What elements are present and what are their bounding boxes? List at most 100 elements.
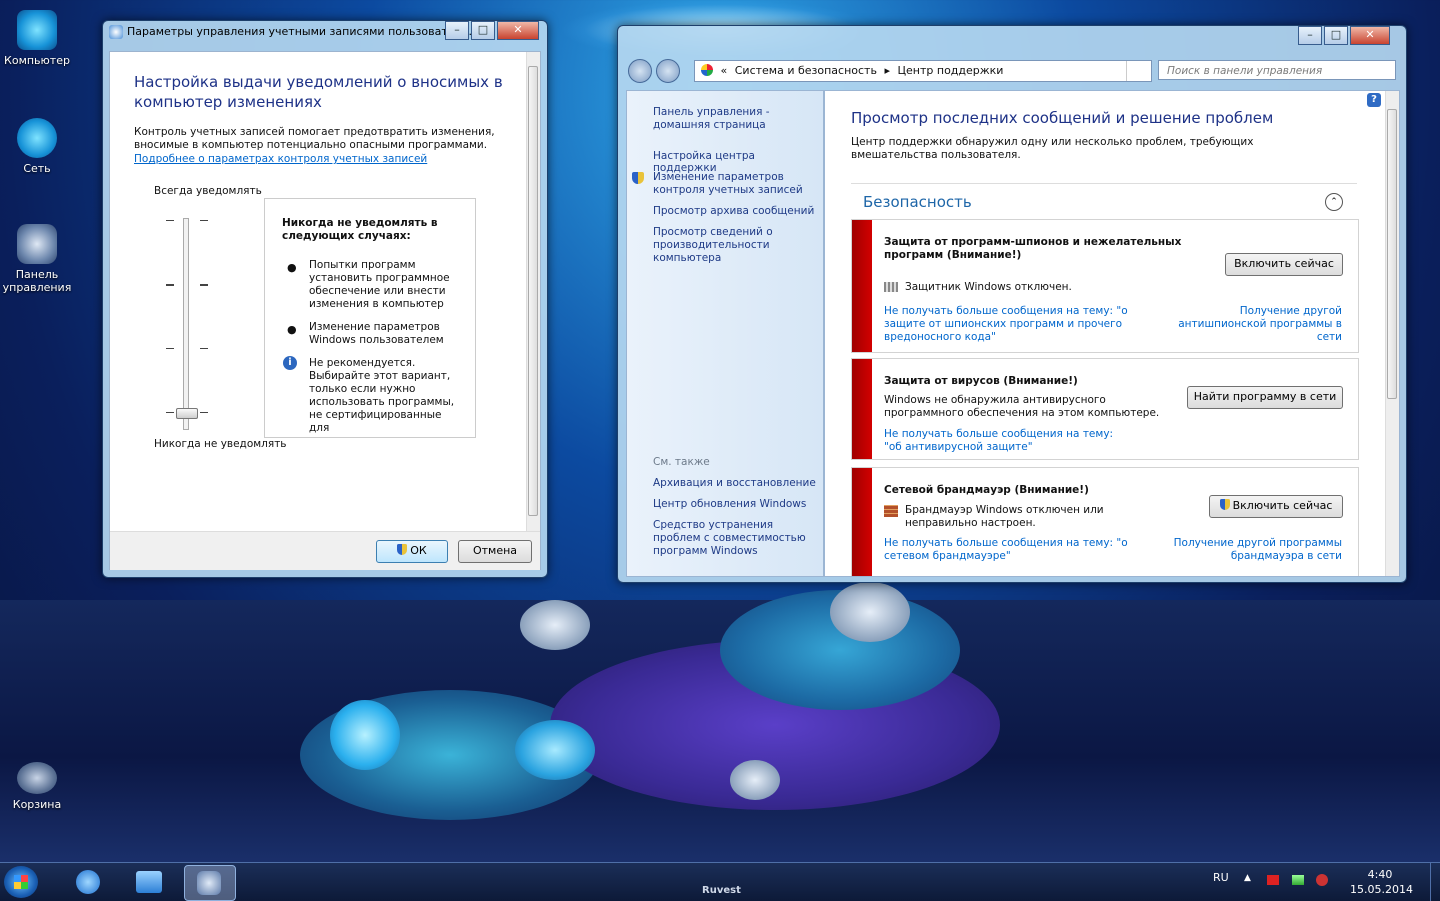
breadcrumb-system-security[interactable]: Система и безопасность: [735, 64, 877, 77]
breadcrumb-back[interactable]: «: [721, 64, 728, 77]
taskbar: Ruvest RU ▲ 4:40 15.05.2014: [0, 862, 1440, 901]
desktop-icon-computer[interactable]: Компьютер: [2, 10, 72, 67]
volume-icon[interactable]: [1316, 874, 1328, 886]
network-icon: [17, 118, 57, 158]
desktop-icon-recycle-bin[interactable]: Корзина: [2, 762, 72, 811]
language-indicator[interactable]: RU: [1213, 871, 1229, 884]
network-tray-icon[interactable]: [1292, 875, 1304, 885]
control-panel-icon: [17, 224, 57, 264]
uac-scrollbar[interactable]: [526, 52, 540, 531]
see-also-compatibility[interactable]: Средство устранения проблем с совместимо…: [653, 519, 821, 558]
ac-scrollbar[interactable]: [1385, 91, 1399, 576]
security-section-title: Безопасность: [863, 193, 972, 211]
close-button[interactable]: ✕: [1350, 26, 1390, 45]
shield-icon: [397, 544, 408, 555]
clock[interactable]: 4:40 15.05.2014: [1350, 867, 1413, 897]
maximize-button[interactable]: □: [471, 21, 495, 40]
minimize-button[interactable]: –: [1298, 26, 1322, 45]
see-also-backup[interactable]: Архивация и восстановление: [653, 477, 819, 489]
chevron-up-icon[interactable]: ⌃: [1325, 193, 1343, 211]
slider-track: [183, 218, 189, 430]
enable-defender-button[interactable]: Включить сейчас: [1225, 253, 1343, 276]
taskbar-explorer-button[interactable]: [124, 865, 174, 899]
alert-stripe: [852, 468, 872, 576]
clock-time: 4:40: [1367, 868, 1393, 881]
start-button[interactable]: [4, 866, 38, 898]
folder-icon: [136, 871, 162, 893]
ok-button[interactable]: ОК: [376, 540, 448, 563]
back-button[interactable]: [628, 59, 652, 83]
scroll-thumb[interactable]: [1387, 109, 1397, 399]
main-description: Центр поддержки обнаружил одну или неско…: [851, 136, 1254, 161]
sidebar-item-performance[interactable]: Просмотр сведений о производительности к…: [653, 226, 783, 265]
scroll-thumb[interactable]: [528, 66, 538, 516]
uac-description: Контроль учетных записей помогает предот…: [134, 126, 495, 151]
shield-icon: [1219, 499, 1230, 510]
see-also-title: См. также: [653, 456, 710, 468]
show-hidden-icons-arrow[interactable]: ▲: [1244, 873, 1251, 883]
address-dropdown[interactable]: [1126, 61, 1151, 81]
ac-main: ? Просмотр последних сообщений и решение…: [824, 90, 1400, 577]
bullet-item: Попытки программ установить программное …: [309, 259, 450, 310]
taskbar-center-text: Ruvest: [702, 885, 741, 896]
see-also-windows-update[interactable]: Центр обновления Windows: [653, 498, 819, 510]
wallpaper-robot: [300, 582, 1100, 840]
ac-sidebar: Панель управления - домашняя страница На…: [626, 90, 824, 577]
sidebar-item-uac[interactable]: Изменение параметров контроля учетных за…: [653, 171, 803, 197]
action-center-flag-icon[interactable]: [1267, 875, 1279, 885]
computer-icon: [17, 10, 57, 50]
main-title: Просмотр последних сообщений и решение п…: [851, 109, 1274, 127]
search-input[interactable]: Поиск в панели управления: [1158, 60, 1396, 80]
maximize-button[interactable]: □: [1324, 26, 1348, 45]
desktop-icon-network[interactable]: Сеть: [2, 118, 72, 175]
uac-slider[interactable]: [166, 208, 216, 448]
uac-footer: ОК Отмена: [110, 531, 540, 570]
taskbar-ie-button[interactable]: [64, 865, 114, 899]
uac-settings-window: Параметры управления учетными записями п…: [102, 20, 548, 578]
dismiss-antivirus-link[interactable]: Не получать больше сообщения на тему: "о…: [884, 428, 1134, 454]
card-status: Брандмауэр Windows отключен или неправил…: [905, 504, 1104, 529]
security-section-header[interactable]: Безопасность ⌃: [851, 183, 1357, 218]
uac-title-bar[interactable]: Параметры управления учетными записями п…: [103, 21, 547, 43]
alert-stripe: [852, 220, 872, 352]
show-desktop-button[interactable]: [1430, 863, 1440, 901]
dismiss-firewall-link[interactable]: Не получать больше сообщения на тему: "о…: [884, 537, 1164, 563]
help-icon[interactable]: ?: [1367, 93, 1381, 107]
control-panel-icon: [197, 871, 221, 895]
card-title: Сетевой брандмауэр (Внимание!): [884, 484, 1089, 496]
alert-card-spyware: Защита от программ-шпионов и нежелательн…: [851, 219, 1359, 353]
slider-tick: [200, 220, 208, 221]
warning-text: Не рекомендуется. Выбирайте этот вариант…: [309, 357, 455, 434]
internet-explorer-icon: [76, 870, 100, 894]
alert-card-antivirus: Защита от вирусов (Внимание!) Windows не…: [851, 358, 1359, 460]
defender-icon: [884, 282, 898, 292]
desktop-icon-control-panel[interactable]: Панель управления: [2, 224, 72, 294]
address-bar[interactable]: « Система и безопасность ▸ Центр поддерж…: [694, 60, 1152, 82]
card-status: Windows не обнаружила антивирусного прог…: [884, 394, 1160, 419]
minimize-button[interactable]: –: [445, 21, 469, 40]
slider-tick: [200, 284, 208, 286]
find-antivirus-button[interactable]: Найти программу в сети: [1187, 386, 1343, 409]
panel-title: Никогда не уведомлять в следующих случая…: [282, 217, 438, 242]
dismiss-spyware-link[interactable]: Не получать больше сообщения на тему: "о…: [884, 305, 1154, 344]
clock-date: 15.05.2014: [1350, 883, 1413, 896]
close-button[interactable]: ✕: [497, 21, 539, 40]
breadcrumb-action-center[interactable]: Центр поддержки: [897, 64, 1003, 77]
slider-tick: [166, 284, 174, 286]
get-antispyware-link[interactable]: Получение другой антишпионской программы…: [1162, 305, 1342, 344]
enable-firewall-button[interactable]: Включить сейчас: [1209, 495, 1343, 518]
get-firewall-link[interactable]: Получение другой программы брандмауэра в…: [1172, 537, 1342, 563]
sidebar-item-archive[interactable]: Просмотр архива сообщений: [653, 205, 819, 217]
action-center-window: – □ ✕ « Система и безопасность ▸ Центр п…: [617, 25, 1407, 583]
slider-thumb[interactable]: [176, 408, 198, 419]
forward-button[interactable]: [656, 59, 680, 83]
sidebar-item-home[interactable]: Панель управления - домашняя страница: [653, 106, 819, 132]
slider-tick: [166, 220, 174, 221]
cancel-button[interactable]: Отмена: [458, 540, 532, 563]
bullet-dot: ●: [287, 261, 297, 274]
alert-card-firewall: Сетевой брандмауэр (Внимание!) Брандмауэ…: [851, 467, 1359, 576]
taskbar-control-panel-button[interactable]: [184, 865, 236, 901]
windows-logo-icon: [14, 875, 28, 889]
uac-learn-more-link[interactable]: Подробнее о параметрах контроля учетных …: [134, 153, 427, 165]
card-status: Защитник Windows отключен.: [905, 281, 1072, 293]
